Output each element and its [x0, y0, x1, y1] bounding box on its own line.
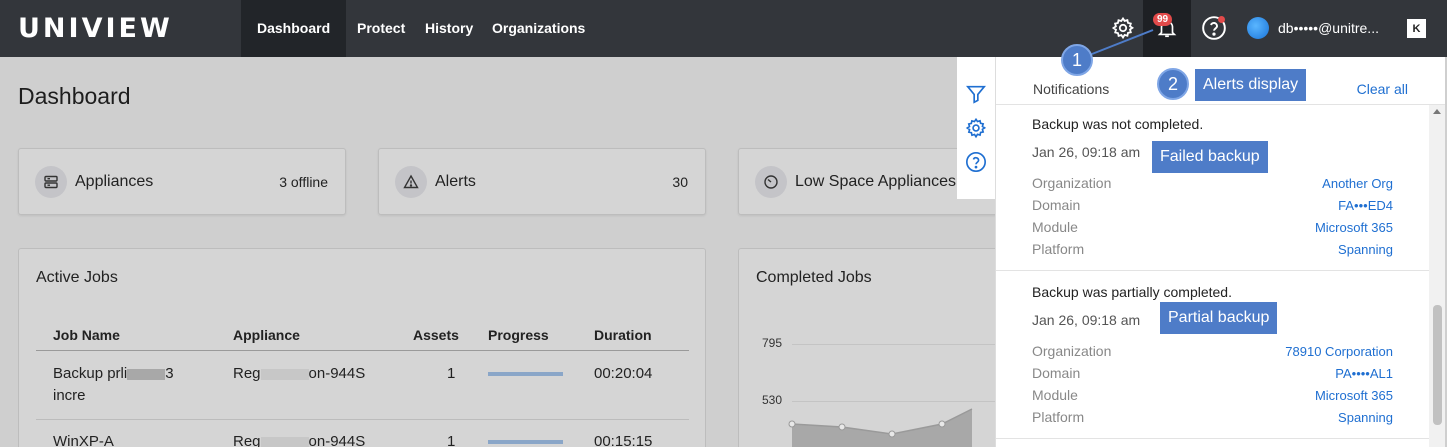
appliance-text-suffix: on-944S	[308, 365, 366, 382]
job-name-cell[interactable]: Backup prli 3	[53, 365, 174, 382]
appliance-text: Reg	[233, 433, 261, 447]
platform-link[interactable]: Spanning	[1338, 242, 1393, 257]
brand-mark[interactable]: K	[1407, 19, 1426, 38]
notification-item[interactable]: Backup was not completed. Jan 26, 09:18 …	[996, 105, 1429, 271]
appliances-label: Appliances	[75, 173, 154, 190]
scrollbar-thumb[interactable]	[1433, 305, 1442, 425]
user-menu[interactable]: db•••••@unitre...	[1278, 20, 1379, 36]
callout-number-1: 1	[1061, 44, 1093, 76]
platform-label: Platform	[1032, 241, 1085, 257]
notification-tool-rail	[957, 57, 995, 199]
duration-cell: 00:15:15	[594, 433, 653, 447]
notification-help-icon[interactable]	[964, 150, 988, 174]
callout-number-2: 2	[1157, 68, 1189, 100]
module-label: Module	[1032, 219, 1078, 235]
column-appliance[interactable]: Appliance	[233, 327, 300, 343]
completed-jobs-panel: Completed Jobs 795 530	[738, 248, 998, 447]
settings-icon[interactable]	[1109, 14, 1137, 42]
job-name-text-suffix: 3	[165, 365, 174, 382]
progress-bar	[488, 372, 563, 376]
server-icon	[35, 166, 67, 198]
module-link[interactable]: Microsoft 365	[1315, 388, 1393, 403]
low-space-label: Low Space Appliances	[795, 173, 956, 190]
column-assets[interactable]: Assets	[413, 327, 459, 343]
notifications-panel: Notifications Clear all Backup was not c…	[995, 57, 1445, 447]
top-navigation-bar: UNIVIEW Dashboard Protect History Organi…	[0, 0, 1447, 57]
platform-label: Platform	[1032, 409, 1085, 425]
job-type-cell: incre	[53, 387, 86, 404]
notification-time: Jan 26, 09:18 am	[1032, 312, 1141, 328]
notifications-title: Notifications	[1033, 81, 1110, 97]
notifications-button[interactable]	[1143, 0, 1191, 57]
alerts-value: 30	[672, 174, 688, 190]
notification-message: Backup was partially completed.	[1032, 284, 1232, 300]
platform-link[interactable]: Spanning	[1338, 410, 1393, 425]
module-label: Module	[1032, 387, 1078, 403]
domain-label: Domain	[1032, 365, 1081, 381]
active-jobs-title: Active Jobs	[36, 269, 118, 286]
domain-link[interactable]: PA••••AL1	[1335, 366, 1393, 381]
column-duration[interactable]: Duration	[594, 327, 652, 343]
notification-message: Backup was not completed.	[1032, 116, 1204, 132]
column-job-name[interactable]: Job Name	[53, 327, 120, 343]
gauge-icon	[755, 166, 787, 198]
domain-label: Domain	[1032, 197, 1081, 213]
page-title: Dashboard	[18, 83, 131, 109]
clear-all-link[interactable]: Clear all	[1357, 81, 1408, 97]
organization-label: Organization	[1032, 175, 1112, 191]
appliance-text: Reg	[233, 365, 261, 382]
alerts-display-callout: Alerts display	[1195, 69, 1307, 101]
notification-settings-icon[interactable]	[964, 116, 988, 140]
uniview-logo[interactable]: UNIVIEW	[18, 13, 173, 44]
assets-cell: 1	[447, 365, 456, 382]
redaction-mask	[127, 368, 166, 380]
organization-label: Organization	[1032, 343, 1112, 359]
row-divider	[36, 419, 689, 420]
filter-icon[interactable]	[964, 82, 988, 106]
progress-bar	[488, 440, 563, 444]
table-header-divider	[36, 350, 689, 351]
active-jobs-panel: Active Jobs Job Name Appliance Assets Pr…	[18, 248, 706, 447]
job-name-text: Backup prli	[53, 365, 128, 382]
warning-icon	[395, 166, 427, 198]
organization-link[interactable]: Another Org	[1322, 176, 1393, 191]
appliances-card[interactable]: Appliances 3 offline	[18, 148, 346, 215]
domain-link[interactable]: FA•••ED4	[1338, 198, 1393, 213]
redaction-mask	[260, 436, 309, 447]
partial-backup-callout: Partial backup	[1160, 302, 1278, 334]
redaction-mask	[260, 368, 309, 380]
duration-cell: 00:20:04	[594, 365, 653, 382]
nav-organizations[interactable]: Organizations	[476, 0, 601, 57]
appliance-text-suffix: on-944S	[308, 433, 366, 447]
alerts-card[interactable]: Alerts 30	[378, 148, 706, 215]
column-progress[interactable]: Progress	[488, 327, 549, 343]
nav-dashboard[interactable]: Dashboard	[241, 0, 347, 57]
appliances-value: 3 offline	[279, 174, 328, 190]
notification-item[interactable]: Backup was partially completed. Jan 26, …	[996, 271, 1429, 439]
failed-backup-callout: Failed backup	[1152, 141, 1268, 173]
scroll-up-arrow-icon[interactable]	[1433, 109, 1441, 114]
assets-cell: 1	[447, 433, 456, 447]
module-link[interactable]: Microsoft 365	[1315, 220, 1393, 235]
completed-jobs-area-chart	[788, 408, 973, 447]
notification-time: Jan 26, 09:18 am	[1032, 144, 1141, 160]
appliance-cell: Reg on-944S	[233, 433, 365, 447]
notifications-scrollbar[interactable]	[1429, 105, 1445, 447]
organization-link[interactable]: 78910 Corporation	[1285, 344, 1393, 359]
alerts-label: Alerts	[435, 173, 476, 190]
user-avatar[interactable]	[1247, 17, 1269, 39]
appliance-cell: Reg on-944S	[233, 365, 365, 382]
job-name-cell[interactable]: WinXP-A	[53, 433, 114, 447]
notification-count-badge: 99	[1153, 13, 1173, 26]
help-alert-dot	[1218, 16, 1225, 23]
